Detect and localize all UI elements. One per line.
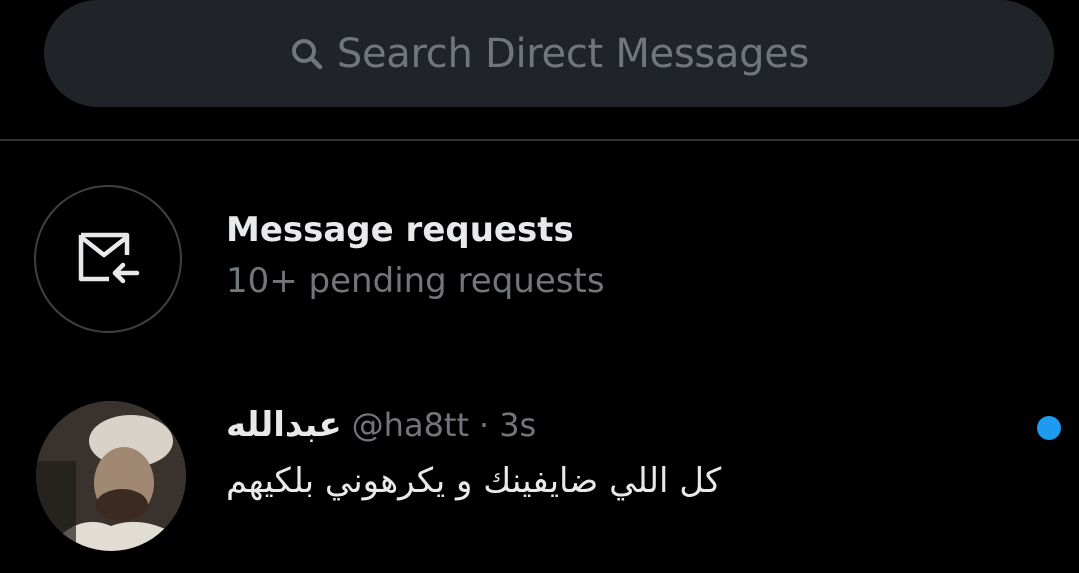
unread-dot bbox=[1037, 416, 1061, 440]
message-requests-row[interactable]: Message requests 10+ pending requests bbox=[0, 180, 1079, 333]
requests-subtitle: 10+ pending requests bbox=[226, 261, 605, 301]
conversation-name: عبدالله bbox=[226, 405, 342, 445]
conversation-row[interactable]: عبدالله @ha8tt · 3s كل اللي ضايفينك و يك… bbox=[0, 395, 1079, 565]
conversation-preview: كل اللي ضايفينك و يكرهوني بلكيهم bbox=[226, 461, 722, 501]
search-icon bbox=[289, 36, 325, 72]
conversation-header: عبدالله @ha8tt · 3s bbox=[226, 405, 536, 445]
search-bar[interactable]: Search Direct Messages bbox=[44, 0, 1054, 107]
avatar[interactable] bbox=[36, 401, 186, 551]
requests-title: Message requests bbox=[226, 210, 574, 250]
conversation-time: 3s bbox=[499, 406, 537, 444]
envelope-arrow-icon bbox=[75, 227, 141, 291]
conversation-handle: @ha8tt bbox=[351, 406, 470, 444]
search-placeholder: Search Direct Messages bbox=[336, 30, 810, 77]
divider bbox=[0, 139, 1079, 141]
conversation-separator: · bbox=[479, 406, 490, 444]
requests-icon-circle bbox=[34, 185, 182, 333]
